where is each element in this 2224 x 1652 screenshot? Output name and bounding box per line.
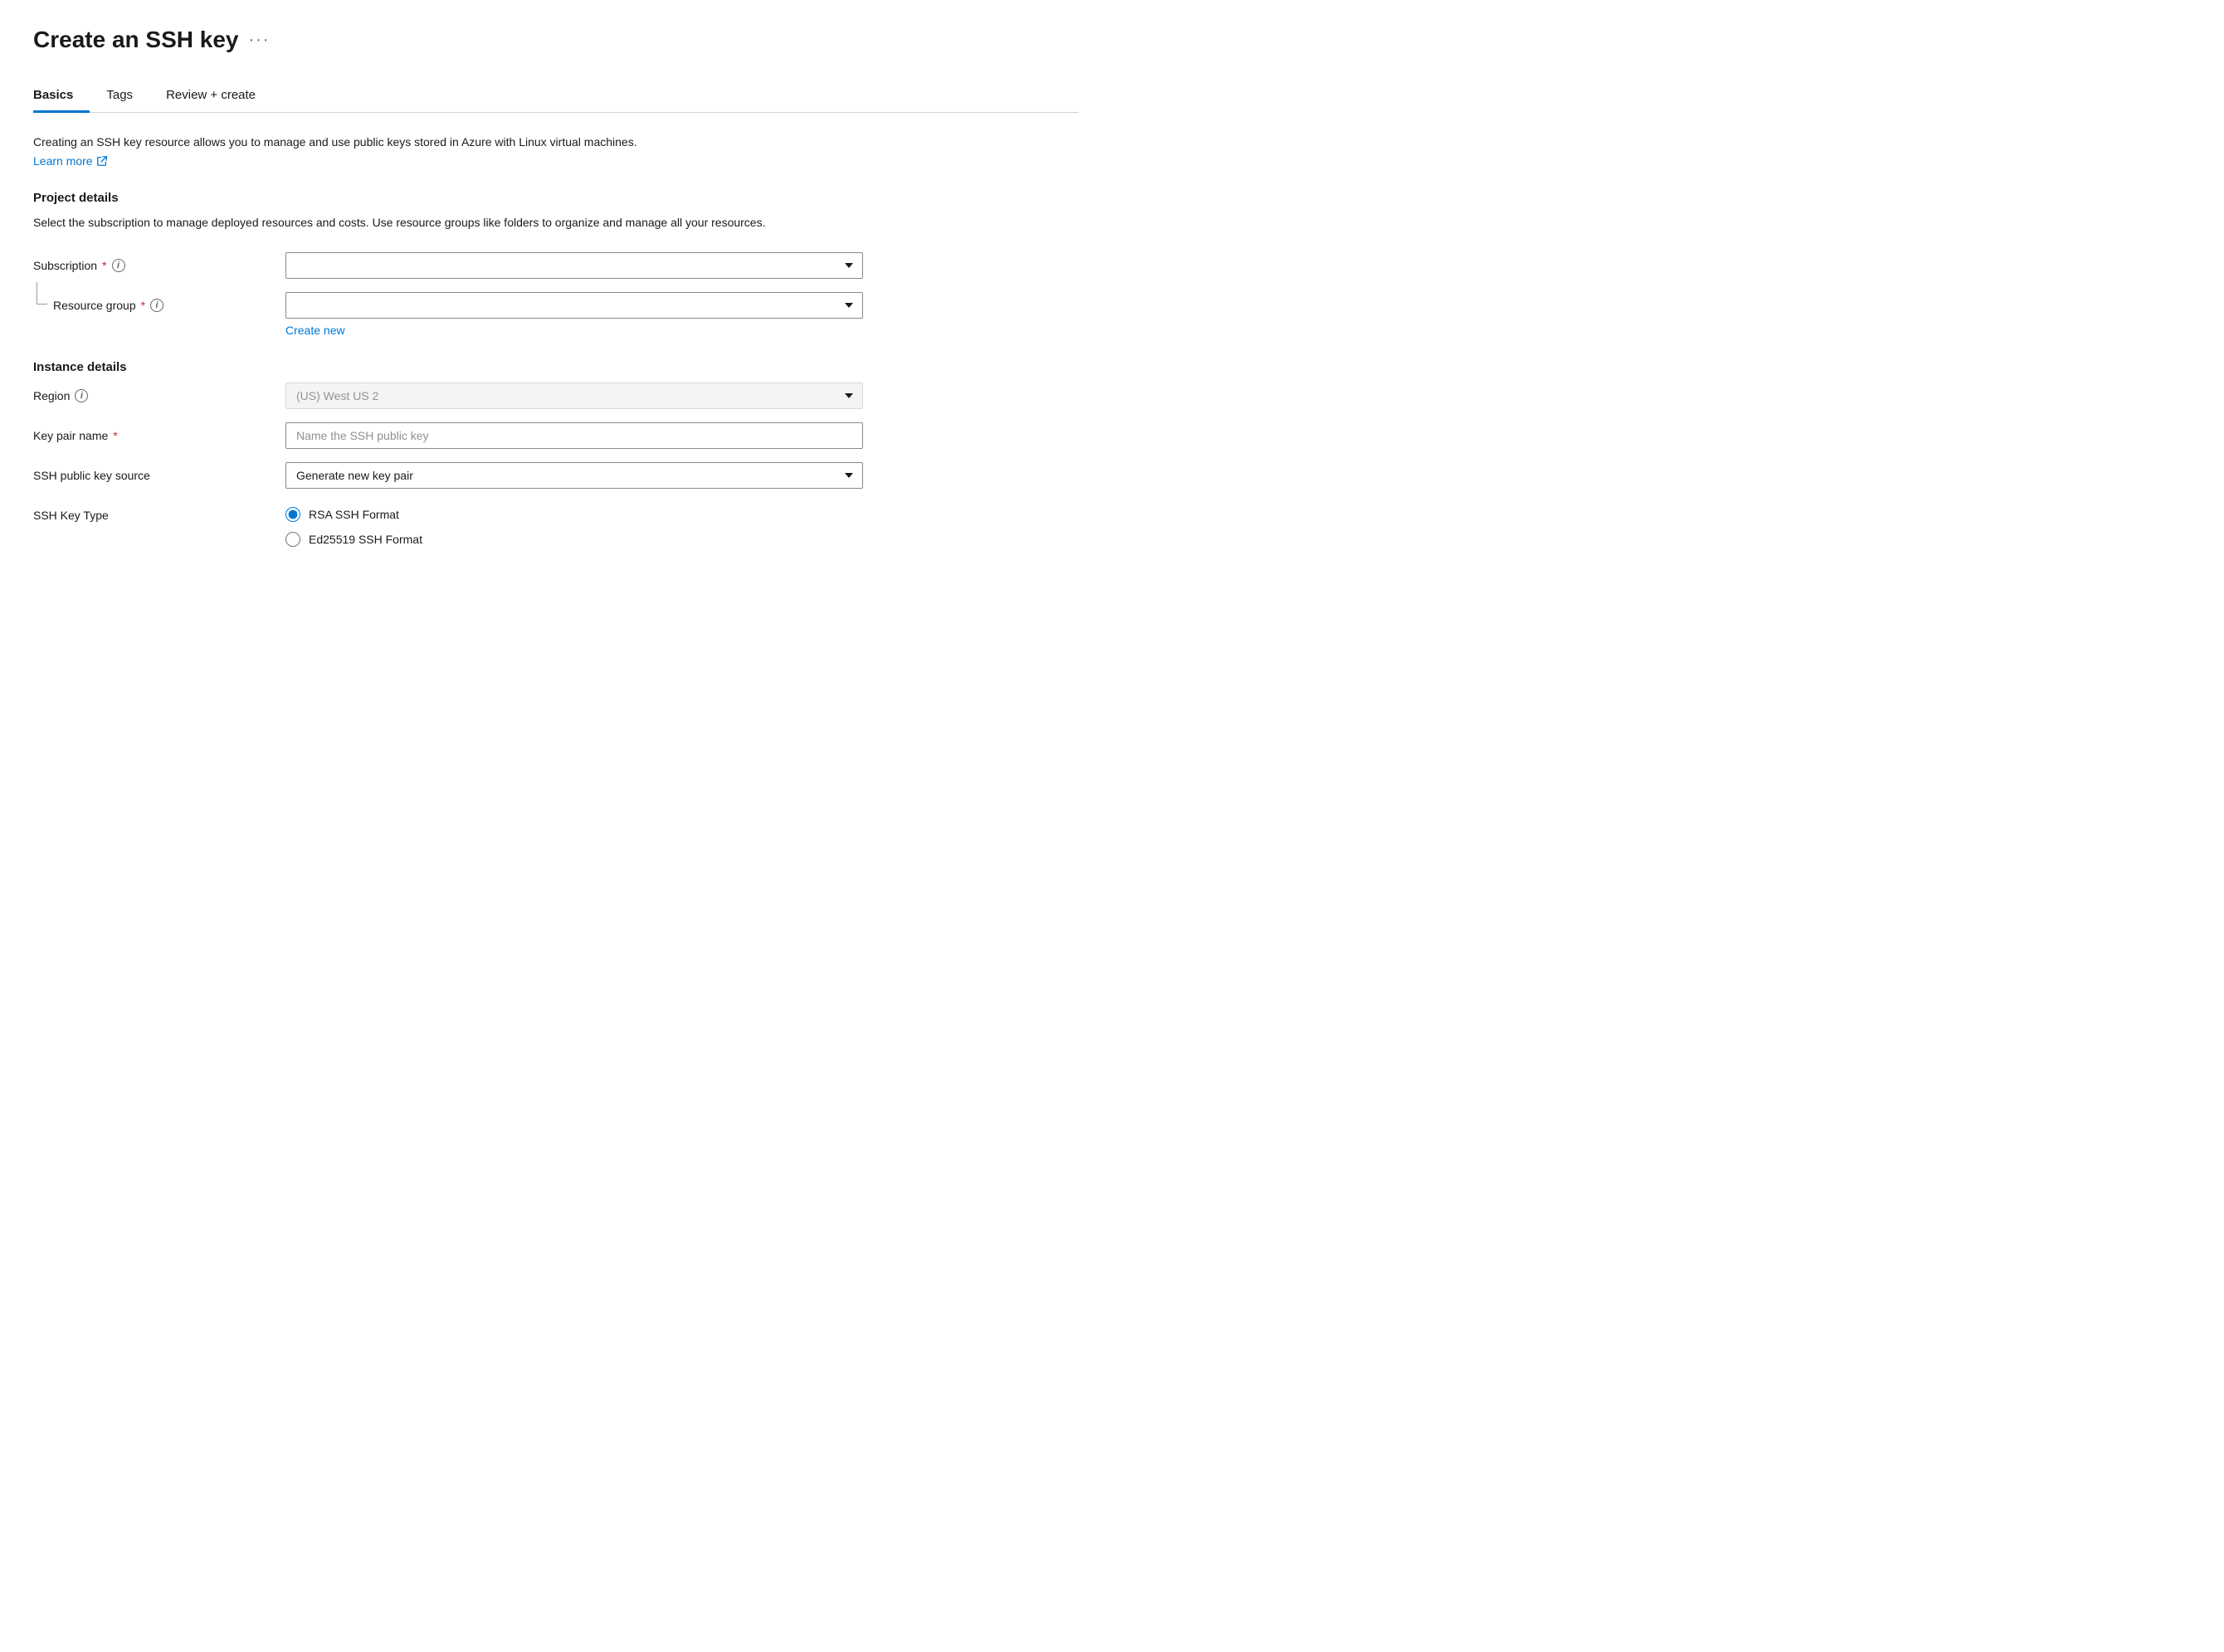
key-pair-name-label: Key pair name * (33, 422, 266, 442)
description-text: Creating an SSH key resource allows you … (33, 133, 780, 151)
tab-basics[interactable]: Basics (33, 80, 90, 113)
resource-group-label: Resource group * i (33, 292, 266, 312)
project-form-grid: Subscription * i Resource group * i Crea… (33, 252, 863, 337)
page-title: Create an SSH key (33, 27, 238, 53)
resource-group-select[interactable] (285, 292, 863, 319)
key-pair-name-required: * (113, 429, 117, 442)
region-select-wrapper: (US) West US 2 (285, 383, 863, 409)
subscription-label: Subscription * i (33, 252, 266, 272)
project-details-section: Project details Select the subscription … (33, 191, 1079, 336)
region-select[interactable]: (US) West US 2 (285, 383, 863, 409)
learn-more-link[interactable]: Learn more (33, 154, 108, 168)
resource-group-select-wrapper (285, 292, 863, 319)
radio-ed25519-label: Ed25519 SSH Format (309, 533, 422, 546)
project-details-desc: Select the subscription to manage deploy… (33, 213, 780, 231)
region-label: Region i (33, 383, 266, 402)
resource-group-info-icon[interactable]: i (150, 299, 163, 312)
project-details-header: Project details (33, 191, 1079, 205)
subscription-select[interactable] (285, 252, 863, 279)
subscription-select-wrapper (285, 252, 863, 279)
resource-group-required: * (141, 299, 145, 312)
resource-group-col: Create new (285, 292, 863, 337)
ssh-public-key-source-label: SSH public key source (33, 462, 266, 482)
ssh-public-key-source-wrapper: Generate new key pair Use existing key s… (285, 462, 863, 489)
radio-item-rsa[interactable]: RSA SSH Format (285, 507, 863, 522)
external-link-icon (96, 155, 108, 167)
create-new-link[interactable]: Create new (285, 324, 863, 337)
ssh-key-type-radio-group: RSA SSH Format Ed25519 SSH Format (285, 502, 863, 547)
tab-bar: Basics Tags Review + create (33, 80, 1079, 113)
tab-tags[interactable]: Tags (90, 80, 149, 113)
region-info-icon[interactable]: i (75, 389, 88, 402)
subscription-info-icon[interactable]: i (112, 259, 125, 272)
radio-rsa-label: RSA SSH Format (309, 508, 399, 521)
radio-rsa[interactable] (285, 507, 300, 522)
ssh-public-key-source-select[interactable]: Generate new key pair Use existing key s… (285, 462, 863, 489)
instance-details-header: Instance details (33, 360, 1079, 374)
radio-ed25519[interactable] (285, 532, 300, 547)
ssh-key-type-label: SSH Key Type (33, 502, 266, 522)
page-title-row: Create an SSH key ··· (33, 27, 1079, 53)
tab-review-create[interactable]: Review + create (149, 80, 272, 113)
radio-item-ed25519[interactable]: Ed25519 SSH Format (285, 532, 863, 547)
subscription-required: * (102, 259, 106, 272)
key-pair-name-input[interactable] (285, 422, 863, 449)
instance-details-section: Instance details Region i (US) West US 2… (33, 360, 1079, 547)
instance-form-grid: Region i (US) West US 2 Key pair name * … (33, 383, 863, 547)
more-options-icon[interactable]: ··· (248, 31, 270, 50)
